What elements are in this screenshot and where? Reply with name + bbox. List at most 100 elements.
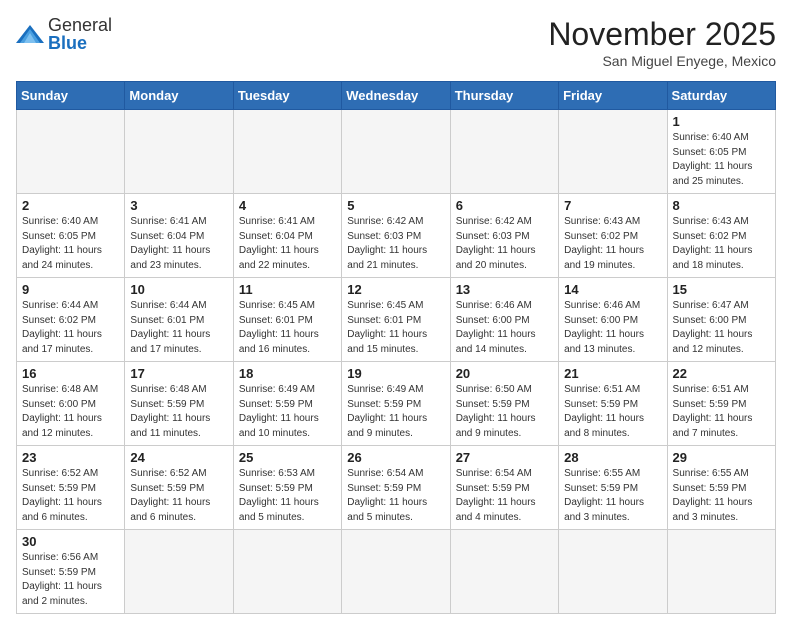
logo-blue: Blue [48,33,87,53]
location: San Miguel Enyege, Mexico [548,53,776,69]
day-number: 1 [673,114,770,129]
calendar-day-cell: 24Sunrise: 6:52 AMSunset: 5:59 PMDayligh… [125,446,233,530]
day-number: 15 [673,282,770,297]
day-number: 25 [239,450,336,465]
day-info: Sunrise: 6:42 AMSunset: 6:03 PMDaylight:… [347,215,444,273]
day-info: Sunrise: 6:48 AMSunset: 6:00 PMDaylight:… [22,383,119,441]
day-info: Sunrise: 6:48 AMSunset: 5:59 PMDaylight:… [130,383,227,441]
weekday-header: Thursday [450,82,558,110]
calendar-day-cell: 14 Sunrise: 6:46 AMSunset: 6:00 PMDayligh… [559,278,667,362]
calendar-day-cell: 30Sunrise: 6:56 AMSunset: 5:59 PMDayligh… [17,530,125,614]
day-info: Sunrise: 6:43 AMSunset: 6:02 PMDaylight:… [564,215,661,273]
calendar-day-cell: 2 Sunrise: 6:40 AMSunset: 6:05 PMDaylight… [17,194,125,278]
calendar-day-cell [559,110,667,194]
day-info: Sunrise: 6:49 AMSunset: 5:59 PMDaylight:… [239,383,336,441]
day-info: Sunrise: 6:56 AMSunset: 5:59 PMDaylight:… [22,551,119,609]
day-info: Sunrise: 6:54 AMSunset: 5:59 PMDaylight:… [456,467,553,525]
day-info: Sunrise: 6:43 AMSunset: 6:02 PMDaylight:… [673,215,770,273]
day-info: Sunrise: 6:51 AMSunset: 5:59 PMDaylight:… [673,383,770,441]
calendar-day-cell: 23 Sunrise: 6:52 AMSunset: 5:59 PMDayligh… [17,446,125,530]
calendar-day-cell [17,110,125,194]
day-number: 5 [347,198,444,213]
day-number: 22 [673,366,770,381]
calendar-day-cell: 10 Sunrise: 6:44 AMSunset: 6:01 PMDayligh… [125,278,233,362]
day-info: Sunrise: 6:46 AMSunset: 6:00 PMDaylight:… [456,299,553,357]
weekday-header-row: SundayMondayTuesdayWednesdayThursdayFrid… [17,82,776,110]
day-info: Sunrise: 6:54 AMSunset: 5:59 PMDaylight:… [347,467,444,525]
calendar-week-row: 30Sunrise: 6:56 AMSunset: 5:59 PMDayligh… [17,530,776,614]
calendar-day-cell: 15 Sunrise: 6:47 AMSunset: 6:00 PMDayligh… [667,278,775,362]
day-info: Sunrise: 6:52 AMSunset: 5:59 PMDaylight:… [130,467,227,525]
title-area: November 2025 San Miguel Enyege, Mexico [548,16,776,69]
day-number: 27 [456,450,553,465]
day-info: Sunrise: 6:45 AMSunset: 6:01 PMDaylight:… [239,299,336,357]
calendar-day-cell [342,530,450,614]
calendar-day-cell [125,110,233,194]
day-info: Sunrise: 6:52 AMSunset: 5:59 PMDaylight:… [22,467,119,525]
day-info: Sunrise: 6:41 AMSunset: 6:04 PMDaylight:… [239,215,336,273]
calendar-day-cell [125,530,233,614]
calendar-week-row: 23 Sunrise: 6:52 AMSunset: 5:59 PMDayligh… [17,446,776,530]
logo-general: General [48,15,112,35]
day-number: 8 [673,198,770,213]
day-info: Sunrise: 6:40 AMSunset: 6:05 PMDaylight:… [22,215,119,273]
calendar-day-cell: 28 Sunrise: 6:55 AMSunset: 5:59 PMDayligh… [559,446,667,530]
day-info: Sunrise: 6:42 AMSunset: 6:03 PMDaylight:… [456,215,553,273]
day-number: 4 [239,198,336,213]
calendar-day-cell: 18 Sunrise: 6:49 AMSunset: 5:59 PMDayligh… [233,362,341,446]
weekday-header: Saturday [667,82,775,110]
logo-text: General Blue [48,16,112,52]
day-number: 18 [239,366,336,381]
day-number: 20 [456,366,553,381]
calendar-day-cell: 4 Sunrise: 6:41 AMSunset: 6:04 PMDaylight… [233,194,341,278]
day-number: 26 [347,450,444,465]
day-info: Sunrise: 6:47 AMSunset: 6:00 PMDaylight:… [673,299,770,357]
weekday-header: Tuesday [233,82,341,110]
calendar-day-cell [559,530,667,614]
day-number: 28 [564,450,661,465]
calendar-day-cell [450,110,558,194]
day-info: Sunrise: 6:55 AMSunset: 5:59 PMDaylight:… [673,467,770,525]
calendar-day-cell: 19Sunrise: 6:49 AMSunset: 5:59 PMDayligh… [342,362,450,446]
day-info: Sunrise: 6:44 AMSunset: 6:01 PMDaylight:… [130,299,227,357]
weekday-header: Friday [559,82,667,110]
calendar-day-cell: 8 Sunrise: 6:43 AMSunset: 6:02 PMDaylight… [667,194,775,278]
day-info: Sunrise: 6:53 AMSunset: 5:59 PMDaylight:… [239,467,336,525]
calendar-day-cell: 17Sunrise: 6:48 AMSunset: 5:59 PMDayligh… [125,362,233,446]
calendar-day-cell: 11Sunrise: 6:45 AMSunset: 6:01 PMDayligh… [233,278,341,362]
calendar-day-cell: 27 Sunrise: 6:54 AMSunset: 5:59 PMDayligh… [450,446,558,530]
calendar-day-cell: 16 Sunrise: 6:48 AMSunset: 6:00 PMDayligh… [17,362,125,446]
calendar-day-cell: 29Sunrise: 6:55 AMSunset: 5:59 PMDayligh… [667,446,775,530]
calendar-day-cell [233,110,341,194]
day-info: Sunrise: 6:46 AMSunset: 6:00 PMDaylight:… [564,299,661,357]
day-number: 6 [456,198,553,213]
calendar-header: SundayMondayTuesdayWednesdayThursdayFrid… [17,82,776,110]
day-number: 21 [564,366,661,381]
calendar-day-cell [450,530,558,614]
calendar-day-cell: 22 Sunrise: 6:51 AMSunset: 5:59 PMDayligh… [667,362,775,446]
calendar-day-cell: 21Sunrise: 6:51 AMSunset: 5:59 PMDayligh… [559,362,667,446]
calendar-day-cell [667,530,775,614]
day-info: Sunrise: 6:55 AMSunset: 5:59 PMDaylight:… [564,467,661,525]
day-info: Sunrise: 6:41 AMSunset: 6:04 PMDaylight:… [130,215,227,273]
day-number: 13 [456,282,553,297]
month-title: November 2025 [548,16,776,53]
day-number: 10 [130,282,227,297]
day-number: 23 [22,450,119,465]
day-number: 7 [564,198,661,213]
weekday-header: Sunday [17,82,125,110]
day-info: Sunrise: 6:49 AMSunset: 5:59 PMDaylight:… [347,383,444,441]
logo: General Blue [16,16,112,52]
calendar-day-cell: 12Sunrise: 6:45 AMSunset: 6:01 PMDayligh… [342,278,450,362]
calendar-day-cell: 5 Sunrise: 6:42 AMSunset: 6:03 PMDaylight… [342,194,450,278]
calendar-day-cell [342,110,450,194]
weekday-header: Monday [125,82,233,110]
day-number: 9 [22,282,119,297]
calendar-day-cell: 25 Sunrise: 6:53 AMSunset: 5:59 PMDayligh… [233,446,341,530]
day-info: Sunrise: 6:44 AMSunset: 6:02 PMDaylight:… [22,299,119,357]
day-number: 14 [564,282,661,297]
calendar: SundayMondayTuesdayWednesdayThursdayFrid… [16,81,776,614]
day-info: Sunrise: 6:45 AMSunset: 6:01 PMDaylight:… [347,299,444,357]
day-number: 16 [22,366,119,381]
day-number: 2 [22,198,119,213]
